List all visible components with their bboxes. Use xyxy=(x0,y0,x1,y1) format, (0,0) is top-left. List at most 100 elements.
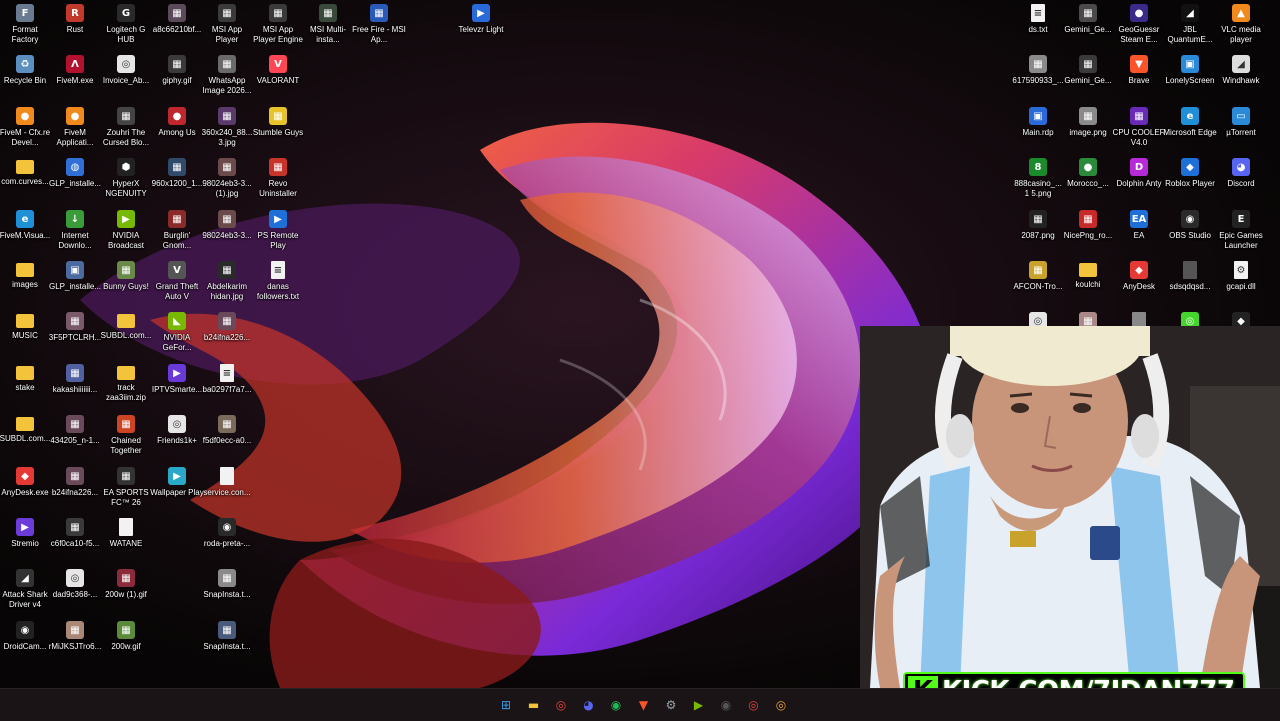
desktop-shortcut[interactable]: images xyxy=(0,257,50,307)
desktop-shortcut[interactable]: MUSIC xyxy=(0,308,50,358)
desktop-shortcut[interactable]: ▣ GLP_installe... xyxy=(49,257,101,307)
taskbar-spotify-icon[interactable]: ◉ xyxy=(604,693,628,717)
desktop-shortcut[interactable]: ◍ GLP_installe... xyxy=(49,154,101,204)
desktop-shortcut[interactable]: ▦ MSI App Player Engine xyxy=(253,0,303,50)
desktop-shortcut[interactable]: ▦ 617590933_... xyxy=(1012,51,1064,101)
desktop-shortcut[interactable]: ◆ AnyDesk xyxy=(1114,257,1164,307)
desktop-shortcut[interactable]: ▶ IPTVSmarte... xyxy=(152,360,202,410)
desktop-shortcut[interactable]: ▼ Brave xyxy=(1114,51,1164,101)
desktop-shortcut[interactable]: sdsqdqsd... xyxy=(1165,257,1215,307)
desktop-shortcut[interactable]: e FiveM.Visua... xyxy=(0,206,50,256)
desktop-shortcut[interactable]: stake xyxy=(0,360,50,410)
desktop-shortcut[interactable]: ◆ Roblox Player xyxy=(1165,154,1215,204)
desktop-shortcut[interactable]: ▦ EA SPORTS FC™ 26 xyxy=(101,463,151,513)
desktop-shortcut[interactable]: ▦ Zouhri The Cursed Blo... xyxy=(101,103,151,153)
desktop-shortcut[interactable]: ▦ 200w (1).gif xyxy=(101,565,151,615)
desktop-shortcut[interactable]: ▶ PS Remote Play xyxy=(253,206,303,256)
desktop-shortcut[interactable]: ◉ DroidCam... xyxy=(0,617,50,667)
desktop-shortcut[interactable]: koulchi xyxy=(1063,257,1113,307)
desktop-shortcut[interactable]: ▦ Burglin' Gnom... xyxy=(152,206,202,256)
desktop-shortcut[interactable]: ↓ Internet Downlo... xyxy=(50,206,100,256)
desktop-shortcut[interactable]: F Format Factory xyxy=(0,0,50,50)
desktop-shortcut[interactable]: ▦ giphy.gif xyxy=(152,51,202,101)
desktop-shortcut[interactable]: ▶ Stremio xyxy=(0,514,50,564)
taskbar-start-button[interactable]: ⊞ xyxy=(494,693,518,717)
taskbar-nvidia-broadcast-icon[interactable]: ▶ xyxy=(687,693,711,717)
desktop-shortcut[interactable]: Λ FiveM.exe xyxy=(50,51,100,101)
desktop-shortcut[interactable]: EA EA xyxy=(1114,206,1164,256)
desktop-shortcut[interactable]: ◎ dad9c368-... xyxy=(50,565,100,615)
desktop-shortcut[interactable]: ▦ Bunny Guys! xyxy=(101,257,151,307)
desktop-shortcut[interactable]: ◉ OBS Studio xyxy=(1165,206,1215,256)
desktop-shortcut[interactable]: ▦ SnapInsta.t... xyxy=(202,565,252,615)
desktop-shortcut[interactable]: D Dolphin Anty xyxy=(1114,154,1164,204)
desktop-shortcut[interactable]: ● GeoGuessr Steam E... xyxy=(1114,0,1164,50)
taskbar-obs-icon[interactable]: ◉ xyxy=(714,693,738,717)
desktop-shortcut[interactable]: ● Among Us xyxy=(152,103,202,153)
desktop-shortcut[interactable]: ● FiveM - Cfx.re Devel... xyxy=(0,103,50,153)
desktop-shortcut[interactable]: E Epic Games Launcher xyxy=(1216,206,1266,256)
desktop-shortcut[interactable]: ▭ µTorrent xyxy=(1216,103,1266,153)
desktop-shortcut[interactable]: ▦ 200w.gif xyxy=(101,617,151,667)
desktop-shortcut[interactable]: ▲ VLC media player xyxy=(1216,0,1266,50)
desktop-shortcut[interactable]: ▣ LonelyScreen xyxy=(1165,51,1215,101)
desktop-shortcut[interactable]: WATANE xyxy=(101,514,151,564)
desktop-shortcut[interactable]: ▦ SnapInsta.t... xyxy=(202,617,252,667)
desktop-shortcut[interactable]: ▶ Wallpaper Play xyxy=(150,463,204,513)
desktop-shortcut[interactable]: ▦ image.png xyxy=(1063,103,1113,153)
desktop-shortcut[interactable]: ▦ 98024eb3-3... xyxy=(202,206,252,256)
desktop-shortcut[interactable]: ▦ Gemini_Ge... xyxy=(1063,0,1113,50)
desktop-shortcut[interactable]: ◢ Attack Shark Driver v4 xyxy=(0,565,50,615)
desktop-shortcut[interactable]: ▦ b24ifna226... xyxy=(50,463,100,513)
desktop-shortcut[interactable]: ◎ Friends1k+ xyxy=(152,411,202,461)
desktop-shortcut[interactable]: SUBDL.com... xyxy=(0,411,50,461)
desktop-shortcut[interactable]: ⬢ HyperX NGENUITY xyxy=(101,154,151,204)
desktop-shortcut[interactable]: ▦ Stumble Guys xyxy=(253,103,303,153)
desktop-shortcut[interactable]: V Grand Theft Auto V xyxy=(152,257,202,307)
desktop-shortcut[interactable]: ◣ NVIDIA GeFor... xyxy=(152,308,202,358)
desktop-shortcut[interactable]: ▦ 360x240_88... 3.jpg xyxy=(202,103,252,153)
desktop-shortcut[interactable]: ▣ Main.rdp xyxy=(1013,103,1063,153)
taskbar-settings-icon[interactable]: ⚙ xyxy=(659,693,683,717)
desktop-shortcut[interactable]: ▶ Televzr Light xyxy=(456,0,506,50)
taskbar-file-explorer-icon[interactable]: ▬ xyxy=(522,693,546,717)
desktop-shortcut[interactable]: e Microsoft Edge xyxy=(1163,103,1217,153)
desktop-shortcut[interactable]: ▦ c6f0ca10-f5... xyxy=(50,514,100,564)
desktop-shortcut[interactable]: ▦ AFCON-Tro... xyxy=(1013,257,1063,307)
desktop-shortcut[interactable]: ◢ Windhawk xyxy=(1216,51,1266,101)
desktop-shortcut[interactable]: ▦ 3F5PTCLRH... xyxy=(49,308,101,358)
desktop-shortcut[interactable]: ▦ NicePng_ro... xyxy=(1063,206,1113,256)
desktop-shortcut[interactable]: ▶ NVIDIA Broadcast xyxy=(101,206,151,256)
desktop-shortcut[interactable]: ▦ CPU COOLER V4.0 xyxy=(1113,103,1165,153)
desktop-shortcut[interactable]: G Logitech G HUB xyxy=(101,0,151,50)
desktop-shortcut[interactable]: ● Morocco_... xyxy=(1063,154,1113,204)
desktop-shortcut[interactable]: service.con... xyxy=(202,463,252,513)
desktop-shortcut[interactable]: ◆ AnyDesk.exe xyxy=(0,463,50,513)
taskbar-chrome-icon[interactable]: ◎ xyxy=(769,693,793,717)
desktop-shortcut[interactable]: ▦ MSI Multi-insta... xyxy=(303,0,353,50)
desktop-shortcut[interactable]: ◢ JBL QuantumE... xyxy=(1165,0,1215,50)
desktop-shortcut[interactable]: ◎ Invoice_Ab... xyxy=(101,51,151,101)
desktop-shortcut[interactable]: ≡ danas followers.txt xyxy=(253,257,303,307)
taskbar-chrome-profile-icon[interactable]: ◎ xyxy=(742,693,766,717)
desktop-shortcut[interactable]: ◕ Discord xyxy=(1216,154,1266,204)
desktop-shortcut[interactable]: ◉ roda-preta-... xyxy=(202,514,252,564)
desktop-shortcut[interactable]: ▦ kakashiiiiiii... xyxy=(50,360,100,410)
desktop-shortcut[interactable]: ● FiveM Applicati... xyxy=(50,103,100,153)
desktop-shortcut[interactable]: ♻ Recycle Bin xyxy=(0,51,50,101)
desktop-shortcut[interactable]: V VALORANT xyxy=(253,51,303,101)
desktop-shortcut[interactable]: ▦ 434205_n-1... xyxy=(50,411,100,461)
desktop-shortcut[interactable]: ▦ MSI App Player xyxy=(202,0,252,50)
desktop-shortcut[interactable]: ▦ Gemini_Ge... xyxy=(1063,51,1113,101)
desktop-shortcut[interactable]: ▦ b24ifna226... xyxy=(202,308,252,358)
desktop-shortcut[interactable]: ▦ Revo Uninstaller xyxy=(253,154,303,204)
taskbar-discord-icon[interactable]: ◕ xyxy=(577,693,601,717)
desktop-shortcut[interactable]: com.curves... xyxy=(0,154,50,204)
desktop-shortcut[interactable]: ≡ ds.txt xyxy=(1013,0,1063,50)
desktop-shortcut[interactable]: ▦ 98024eb3-3... (1).jpg xyxy=(202,154,252,204)
desktop-shortcut[interactable]: ▦ f5df0ecc-a0... xyxy=(202,411,252,461)
desktop-shortcut[interactable]: R Rust xyxy=(50,0,100,50)
desktop-shortcut[interactable]: ▦ a8c66210bf... xyxy=(152,0,202,50)
desktop-shortcut[interactable]: ▦ Free Fire - MSI Ap... xyxy=(352,0,406,50)
desktop-shortcut[interactable]: ▦ Abdelkarim hidan.jpg xyxy=(202,257,252,307)
